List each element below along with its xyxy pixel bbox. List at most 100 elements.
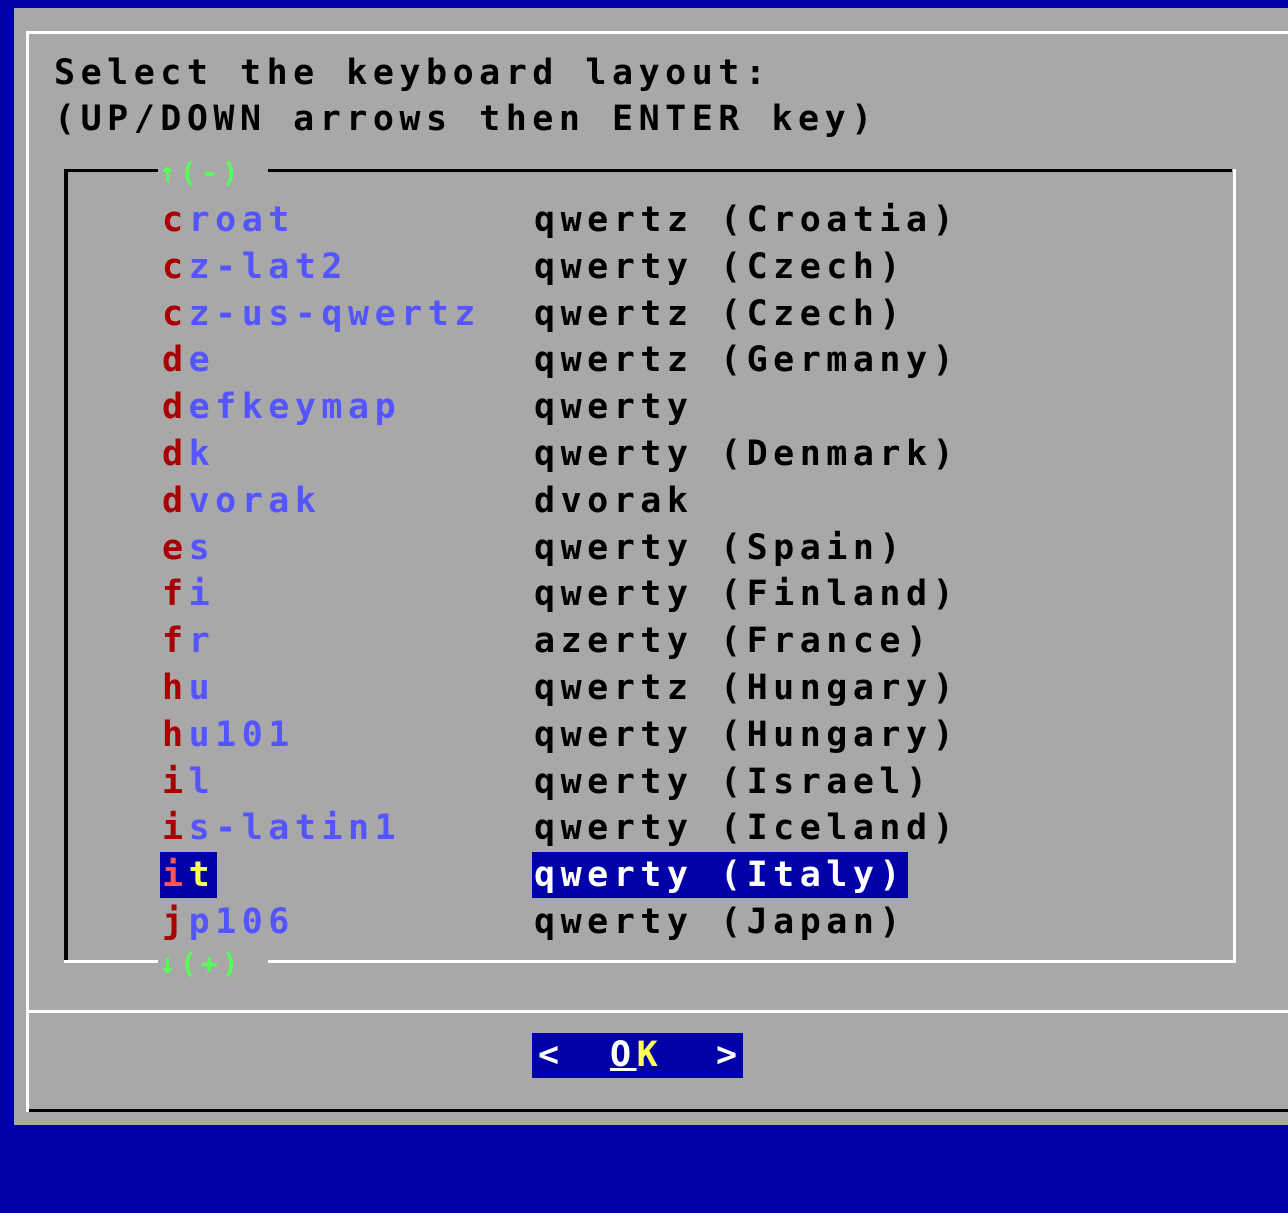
list-item[interactable]: is-latin1 qwerty (Iceland) — [64, 805, 1164, 851]
layout-description: qwerty — [534, 387, 694, 428]
layout-name: fi — [160, 571, 217, 617]
layout-hotkey: c — [162, 200, 189, 240]
layout-hotkey: i — [162, 855, 189, 896]
layout-description: qwerty (Iceland) — [534, 808, 960, 849]
layout-hotkey: c — [162, 293, 189, 334]
layout-hotkey: h — [162, 714, 189, 755]
list-item[interactable]: il qwerty (Israel) — [64, 759, 1164, 805]
layout-hotkey: d — [162, 480, 189, 521]
layout-name-rest: r — [188, 621, 216, 662]
layout-description: qwerty (Hungary) — [534, 714, 960, 755]
ok-button-label-rest: K — [636, 1035, 664, 1075]
layout-description: qwertz (Germany) — [534, 340, 960, 381]
layout-name-rest: efkeymap — [188, 387, 402, 428]
layout-name-rest: l — [188, 761, 216, 802]
ok-button-right-bracket: > — [716, 1035, 743, 1075]
layout-description: qwertz (Czech) — [534, 293, 907, 334]
layout-description: qwerty (Japan) — [534, 902, 907, 942]
layout-name: dk — [160, 431, 217, 477]
layout-description: qwerty (Spain) — [534, 527, 907, 568]
layout-description: qwerty (Denmark) — [534, 434, 960, 474]
layout-name-rest: u — [188, 668, 216, 708]
layout-hotkey: d — [162, 387, 189, 428]
layout-list[interactable]: ↑(-) ↓(+) croat qwertz (Croatia) cz-lat2 qw… — [64, 158, 1236, 979]
layout-name: cz-lat2 — [160, 244, 350, 290]
layout-name-rest: t — [188, 855, 216, 896]
layout-hotkey: i — [162, 761, 189, 802]
list-item[interactable]: fi qwerty (Finland) — [64, 571, 1164, 617]
layout-hotkey: f — [162, 621, 189, 662]
list-item[interactable]: dvorak dvorak — [64, 478, 1164, 524]
layout-name-rest: k — [188, 434, 216, 474]
prompt-instructions: (UP/DOWN arrows then ENTER key) — [54, 99, 878, 139]
layout-description: qwerty (Finland) — [534, 574, 960, 615]
layout-name: de — [160, 337, 217, 383]
layout-hotkey: e — [162, 527, 189, 568]
list-item[interactable]: hu qwertz (Hungary) — [64, 665, 1164, 711]
prompt-title: Select the keyboard layout: — [54, 53, 772, 93]
list-item[interactable]: dk qwerty (Denmark) — [64, 431, 1164, 477]
list-item[interactable]: hu101 qwerty (Hungary) — [64, 712, 1164, 758]
layout-name: fr — [160, 618, 217, 664]
layout-description: qwerty (Italy) — [532, 852, 909, 899]
layout-name: il — [160, 759, 217, 805]
layout-description: qwertz (Croatia) — [534, 200, 960, 240]
dialog-frame-left — [26, 31, 29, 1112]
layout-description: dvorak — [534, 480, 694, 521]
layout-hotkey: i — [162, 808, 189, 849]
ok-button-hotkey: O — [610, 1035, 637, 1075]
scroll-down-indicator[interactable]: ↓(+) — [159, 949, 269, 979]
layout-name: jp106 — [160, 899, 297, 945]
list-item[interactable]: it qwerty (Italy) — [64, 852, 1164, 899]
list-item[interactable]: de qwertz (Germany) — [64, 337, 1164, 383]
layout-name-rest: vorak — [188, 480, 322, 521]
list-item[interactable]: jp106 qwerty (Japan) — [64, 899, 1164, 945]
layout-name-rest: z-lat2 — [188, 246, 349, 287]
list-item[interactable]: es qwerty (Spain) — [64, 525, 1164, 571]
layout-description: qwertz (Hungary) — [534, 668, 960, 708]
layout-hotkey: c — [162, 246, 189, 287]
layout-description: azerty (France) — [534, 621, 933, 662]
layout-hotkey: d — [162, 434, 189, 474]
ok-button[interactable]: < OK > — [532, 1033, 743, 1078]
layout-name-rest: e — [188, 340, 216, 381]
list-item[interactable]: cz-lat2 qwerty (Czech) — [64, 244, 1164, 290]
layout-name-rest: p106 — [188, 902, 295, 942]
layout-hotkey: j — [162, 902, 189, 942]
layout-name-rest: z-us-qwertz — [188, 293, 481, 334]
list-item[interactable]: cz-us-qwertz qwertz (Czech) — [64, 291, 1164, 337]
list-border-bottom — [268, 960, 1236, 963]
list-border-top — [268, 169, 1232, 172]
layout-name: dvorak — [160, 478, 323, 524]
dialog-frame-bottom — [29, 1109, 1288, 1112]
layout-name: cz-us-qwertz — [160, 291, 483, 337]
layout-name: hu101 — [160, 712, 297, 758]
layout-name-rest: i — [188, 574, 216, 615]
dialog-button-separator — [29, 1010, 1288, 1013]
layout-name: hu — [160, 665, 217, 711]
list-item[interactable]: croat qwertz (Croatia) — [64, 197, 1164, 243]
layout-description: qwerty (Czech) — [534, 246, 907, 287]
list-border-top — [64, 169, 158, 172]
layout-name: croat — [160, 197, 297, 243]
layout-name: defkeymap — [160, 384, 403, 430]
dialog-frame-top — [26, 31, 1288, 34]
list-border-bottom — [64, 960, 158, 963]
layout-name: it — [160, 852, 218, 899]
layout-hotkey: h — [162, 668, 189, 708]
layout-hotkey: d — [162, 340, 189, 381]
layout-name-rest: s — [188, 527, 216, 568]
layout-description: qwerty (Israel) — [534, 761, 933, 802]
ok-button-left-bracket: < — [538, 1035, 565, 1075]
layout-name: es — [160, 525, 217, 571]
scroll-up-indicator[interactable]: ↑(-) — [159, 158, 269, 188]
layout-hotkey: f — [162, 574, 189, 615]
layout-name-rest: s-latin1 — [188, 808, 402, 849]
list-border-right — [1233, 169, 1236, 963]
ok-button-label: OK — [610, 1033, 663, 1078]
list-item[interactable]: fr azerty (France) — [64, 618, 1164, 664]
layout-name: is-latin1 — [160, 805, 403, 851]
list-item[interactable]: defkeymap qwerty — [64, 384, 1164, 430]
layout-name-rest: u101 — [188, 714, 295, 755]
layout-name-rest: roat — [188, 200, 295, 240]
